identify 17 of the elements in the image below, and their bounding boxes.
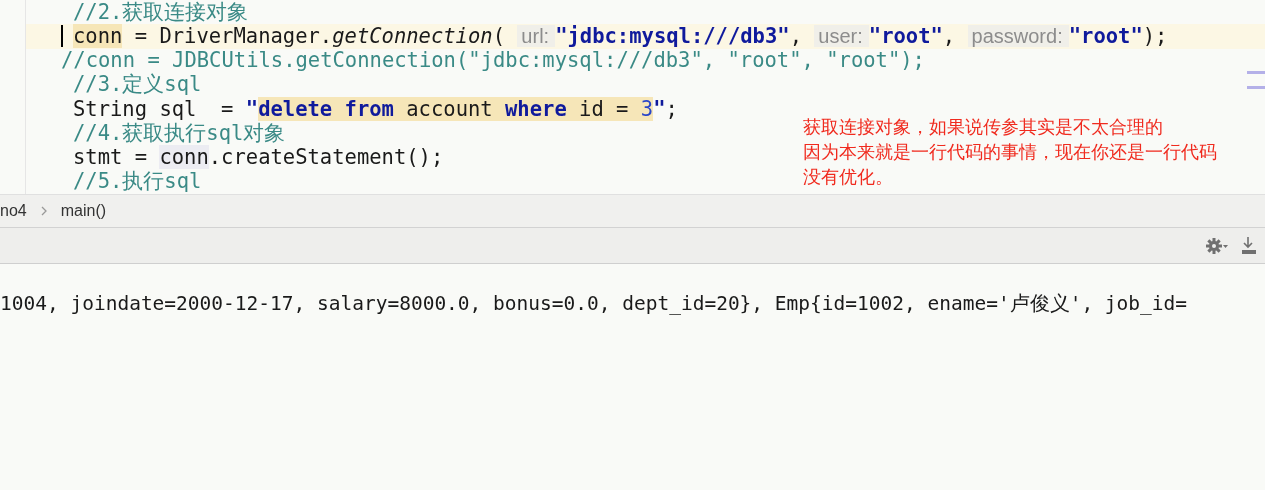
breadcrumb-item[interactable]: main() (60, 202, 107, 220)
console-output: 1004, joindate=2000-12-17, salary=8000.0, bonus=0.0, dept_id=20}, Emp{id=1002, ename='卢俊义', job_id= (0, 291, 1189, 317)
code-line: //5.执行sql (73, 170, 202, 194)
code-line: conn = DriverManager.getConnection( url: "jdbc:mysql:///db3", user: "root", password: "root"); (73, 24, 1168, 48)
breadcrumb-item[interactable]: no4 (0, 202, 27, 220)
chevron-icon (40, 206, 47, 216)
code-line: //2.获取连接对象 (73, 0, 249, 24)
code-line: //3.定义sql (73, 73, 202, 97)
code-line: //conn = JDBCUtils.getConnection("jdbc:mysql:///db3", "root", "root"); (61, 49, 925, 73)
code-line: stmt = conn.createStatement(); (73, 146, 444, 170)
code-line: //4.获取执行sql对象 (73, 121, 286, 145)
scroll-marker (1247, 86, 1265, 89)
annotation-text: 获取连接对象，如果说传参其实是不太合理的 因为本来就是一行代码的事情，现在你还是一行代码 没有优化。 (803, 116, 1217, 189)
code-line: String sql = "delete from account where id = 3"; (73, 97, 678, 121)
download-icon[interactable] (1241, 235, 1257, 256)
scroll-marker (1247, 71, 1265, 74)
settings-icon[interactable] (1205, 236, 1229, 255)
